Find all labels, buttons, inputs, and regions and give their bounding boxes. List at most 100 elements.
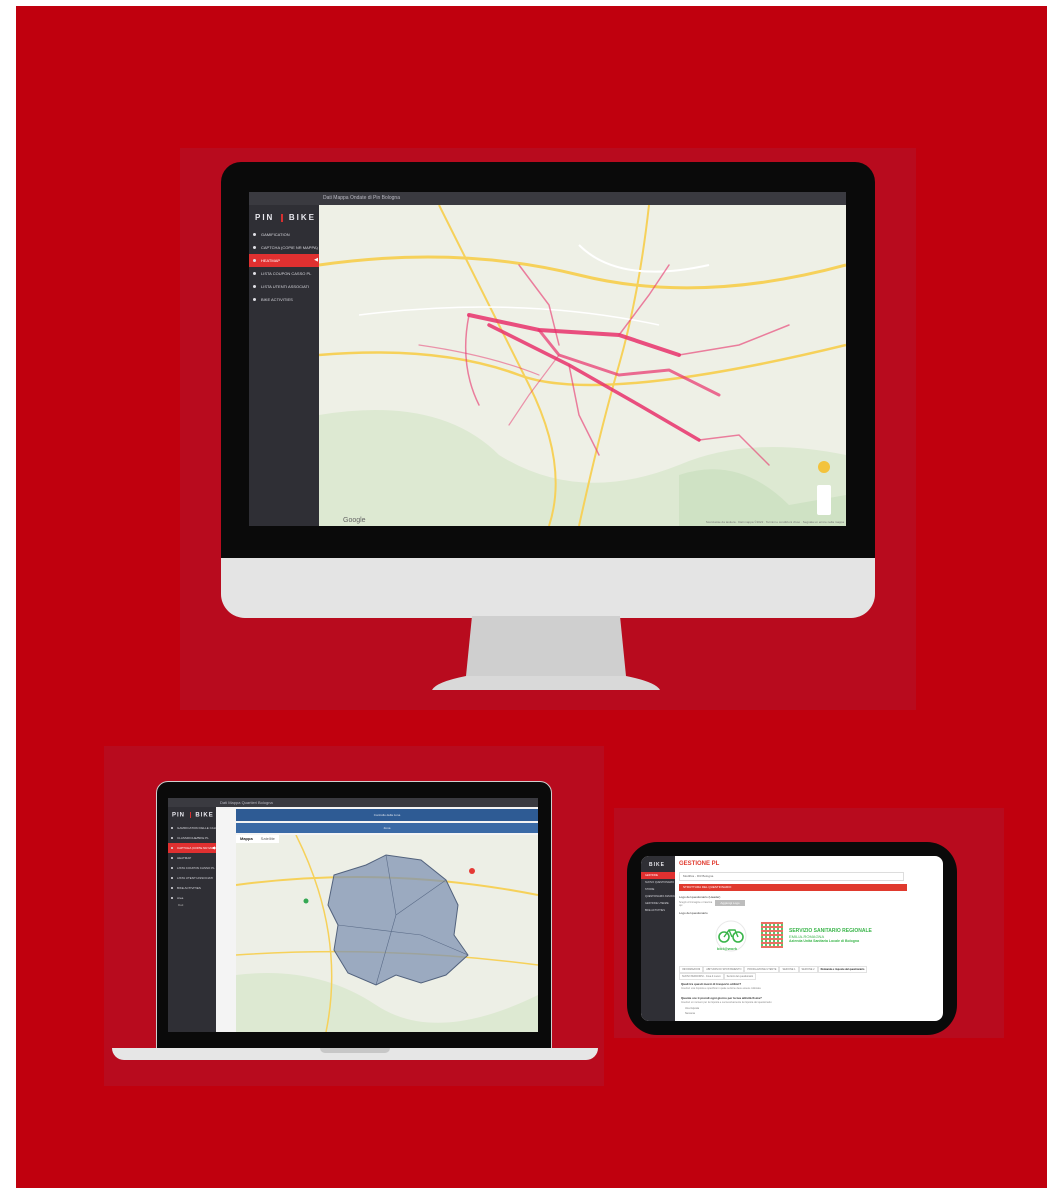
laptop-content: Controllo della zona Zona Mappa Satellit…	[216, 807, 538, 1032]
tablet-sidebar: BIKE GESTIONE NUOVO QUESTIONARIO STORIE QUE…	[641, 856, 675, 1021]
sidebar-item-nuovo-questionario[interactable]: NUOVO QUESTIONARIO	[641, 879, 675, 886]
sidebar-item-label: QUESTIONARIO ASSOCIATO	[645, 895, 675, 898]
sidebar-item-storie[interactable]: STORIE	[641, 886, 675, 893]
sidebar-item-heatmap[interactable]: HEATMAP	[168, 853, 216, 863]
sidebar-item-gamification[interactable]: GAMIFICATION	[249, 228, 319, 241]
tablet-tab-informazioni[interactable]: INFORMAZIONI	[679, 966, 704, 973]
sidebar-item-label: CLASSIFICHE/BIKE PL	[177, 835, 209, 840]
sidebar-item-lista-utenti-associati[interactable]: LISTA UTENTI ASSOCIATI	[249, 280, 319, 293]
tablet-tab-domande-e-risposte-del-questionario[interactable]: Domande e risposte del questionario	[817, 966, 868, 973]
tablet-section-bar: STRUTTURA DEL QUESTIONARIO	[679, 884, 907, 891]
district-map-canvas	[236, 835, 538, 1032]
sidebar-item-label: BIKE ACTIVITIES	[177, 885, 201, 890]
desktop-monitor-chin	[221, 558, 875, 618]
sidebar-item-label: GESTIONE UTENZE	[645, 902, 669, 905]
bullet-icon	[171, 846, 173, 849]
tablet-q2-option-1[interactable]: Una risposta	[685, 1007, 699, 1010]
sidebar-item-questionario-associato[interactable]: QUESTIONARIO ASSOCIATO	[641, 893, 675, 900]
laptop-base-notch	[320, 1048, 390, 1053]
desktop-heatmap[interactable]: Google Scorciatoie da tastiera · Dati ma…	[319, 205, 846, 526]
laptop-sidebar: PIN BIKE GAMIFICATION DELLE CALPS CLASSIF…	[168, 807, 216, 1032]
tablet-page-title: GESTIONE PL	[679, 861, 720, 867]
tablet-q1-hint: Inserisci una risposta e specifica in qu…	[681, 987, 761, 990]
tab-map[interactable]: Mappa	[236, 835, 257, 843]
active-caret-icon: ◀	[314, 257, 318, 263]
sidebar-item-bike-activities[interactable]: BIKE ACTIVITIES	[168, 883, 216, 893]
sidebar-item-classifiche-bike-pl[interactable]: CLASSIFICHE/BIKE PL	[168, 833, 216, 843]
sidebar-item-heatmap[interactable]: HEATMAP ◀	[249, 254, 319, 267]
sidebar-item-lista-coupon-casso-pl[interactable]: LISTA COUPON CASSO PL	[168, 863, 216, 873]
sidebar-item-area[interactable]: Area	[168, 893, 216, 903]
desktop-monitor-stand	[432, 616, 660, 690]
logo-right-text: BIKE	[195, 812, 214, 819]
tablet-tab-profilazione-utente[interactable]: PROFILAZIONE UTENTE	[744, 966, 780, 973]
laptop-map[interactable]: Mappa Satellite	[236, 835, 538, 1032]
bullet-icon	[171, 886, 173, 889]
sidebar-item-label: LISTA UTENTI ASSOCIATI	[177, 875, 214, 880]
tablet-tab-sezione-2[interactable]: SEZIONE 2	[798, 966, 818, 973]
desktop-app-header: Dati Mappa Ondate di Pin Bologna	[249, 192, 846, 205]
sidebar-item-label: GESTIONE	[645, 874, 658, 877]
red-background: Dati Mappa Ondate di Pin Bologna PIN BIK…	[16, 6, 1047, 1188]
tablet-q1-title: Quali tra questi mezzi di trasporto util…	[681, 982, 742, 986]
tablet-tab-sezione-1[interactable]: SEZIONE 1	[779, 966, 799, 973]
laptop-zone-bar[interactable]: Zona	[236, 823, 538, 833]
tab-satellite[interactable]: Satellite	[257, 835, 279, 843]
sidebar-item-label: LISTA UTENTI ASSOCIATI	[261, 284, 310, 289]
bullet-icon	[253, 272, 256, 276]
bullet-icon	[253, 259, 256, 263]
sidebar-item-label: GAMIFICATION	[261, 232, 290, 237]
desktop-sidebar: PIN BIKE GAMIFICATION CAPTCHA (COPIE NR M…	[249, 205, 319, 526]
tablet-q2-option-2[interactable]: Nessuna	[685, 1012, 695, 1015]
sidebar-item-label: LISTA COUPON CASSO PL	[261, 271, 312, 276]
laptop-zone-control-bar[interactable]: Controllo della zona	[236, 809, 538, 821]
logo-right-text: BIKE	[288, 213, 316, 222]
google-brand: Google	[343, 517, 366, 524]
sidebar-item-captcha-copie-nr-mappa[interactable]: CAPTCHA (COPIE NR MAPPA) ◀	[168, 842, 216, 853]
tablet-tab-nuovi-percorsi-crea-il-nuovo[interactable]: NUOVI PERCORSI - Crea il nuovo	[679, 973, 724, 980]
logo-left-text: PIN	[255, 213, 275, 222]
desktop-screen: Dati Mappa Ondate di Pin Bologna PIN BIK…	[249, 192, 846, 526]
tablet-field1-input[interactable]: Scegli un'immagine o trascina qui	[679, 901, 713, 907]
tablet-upload-button[interactable]: Aggiungi Logo	[715, 900, 745, 906]
tablet-tab-abitudini-di-spostamento[interactable]: ABITUDINI DI SPOSTAMENTO	[703, 966, 745, 973]
bullet-icon	[171, 896, 173, 899]
logo-separator-icon	[189, 812, 191, 818]
map-attribution[interactable]: Scorciatoie da tastiera · Dati mappa ©20…	[706, 520, 844, 524]
sidebar-item-label: BIKE ACTIVITIES	[261, 297, 293, 302]
tablet-q2-hint: Inserisci un numero per la risposta e su…	[681, 1001, 772, 1004]
sidebar-item-captcha-copie-nr-mappa[interactable]: CAPTCHA (COPIE NR MAPPA)	[249, 241, 319, 254]
tablet-logo: BIKE	[649, 862, 665, 868]
sidebar-item-label: CAPTCHA (COPIE NR MAPPA)	[261, 245, 318, 250]
bullet-icon	[171, 836, 173, 839]
laptop-app-header: Dati Mappa Quartieri Bologna	[168, 798, 538, 807]
bullet-icon	[171, 856, 173, 859]
sidebar-item-lista-coupon-casso-pl[interactable]: LISTA COUPON CASSO PL	[249, 267, 319, 280]
sidebar-item-bike-activities[interactable]: BIKE ACTIVITIES	[249, 293, 319, 306]
tablet-select[interactable]: Modifica - ID3 Bologna	[679, 872, 904, 881]
sidebar-item-label: NUOVO QUESTIONARIO	[645, 881, 675, 884]
heatmap-canvas	[319, 205, 846, 526]
map-type-tabs: Mappa Satellite	[236, 835, 279, 843]
tablet-screen: BIKE GESTIONE NUOVO QUESTIONARIO STORIE QUE…	[641, 856, 943, 1021]
ssr-logo-line3: Azienda Unità Sanitaria Locale di Bologn…	[789, 939, 860, 943]
active-caret-icon: ◀	[211, 844, 215, 850]
bullet-icon	[253, 298, 256, 302]
laptop-menu-sub[interactable]: Dati	[168, 903, 216, 907]
bullet-icon	[253, 233, 256, 237]
logo-separator-icon	[280, 213, 283, 222]
tablet-field2-label: Logo del questionario	[679, 911, 708, 915]
bullet-icon	[253, 246, 256, 250]
sidebar-item-gestione[interactable]: GESTIONE	[641, 872, 675, 879]
sidebar-item-label: HEATMAP	[177, 855, 192, 860]
sidebar-item-gamification-delle-calps[interactable]: GAMIFICATION DELLE CALPS	[168, 823, 216, 833]
sidebar-item-label: LISTA COUPON CASSO PL	[177, 865, 215, 870]
sidebar-item-lista-utenti-associati[interactable]: LISTA UTENTI ASSOCIATI	[168, 873, 216, 883]
sidebar-item-gestione-utenze[interactable]: GESTIONE UTENZE	[641, 900, 675, 907]
tablet-tab-sezioni-del-questionario[interactable]: Sezioni del questionario	[723, 973, 757, 980]
sidebar-item-bike-activities[interactable]: BIKE ACTIVITIES	[641, 907, 675, 914]
tablet-tabs: INFORMAZIONI ABITUDINI DI SPOSTAMENTO PROF…	[679, 966, 903, 980]
desktop-logo: PIN BIKE	[249, 205, 319, 228]
bullet-icon	[171, 866, 173, 869]
laptop-logo: PIN BIKE	[168, 807, 216, 823]
